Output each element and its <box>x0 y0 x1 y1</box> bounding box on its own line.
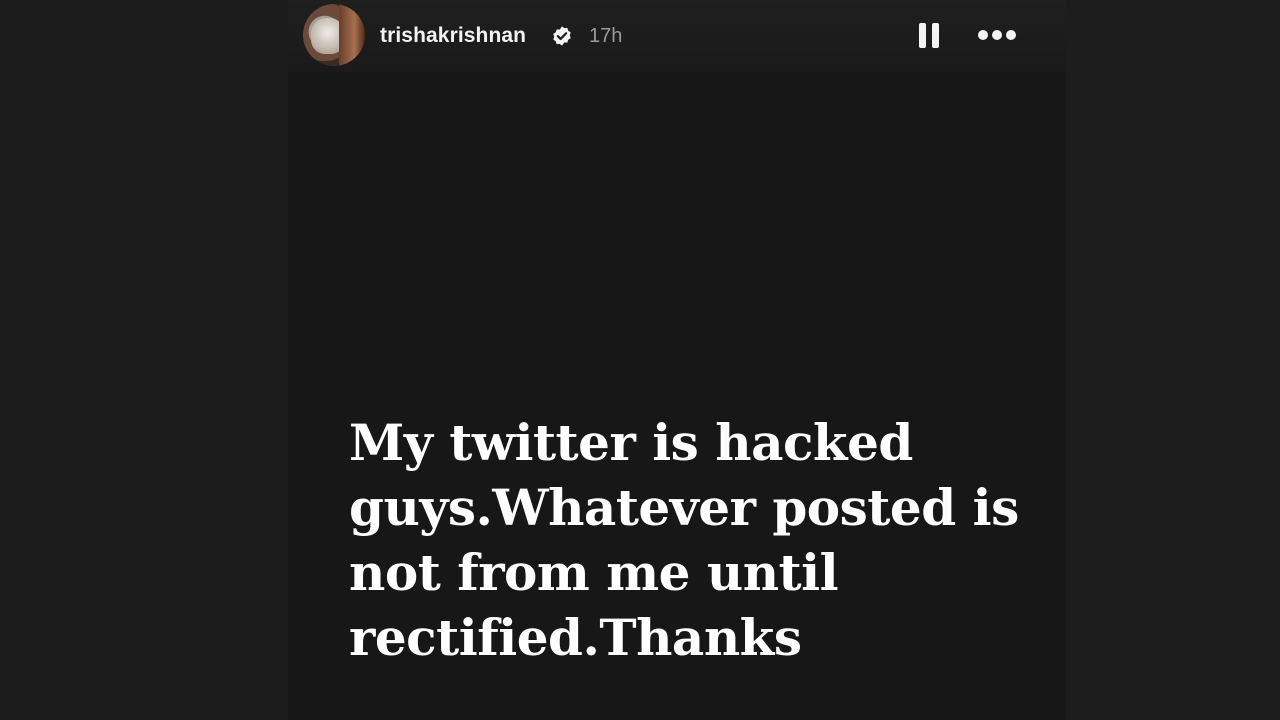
story-viewer: trishakrishnan 17h My twitter is hacked … <box>0 0 1280 720</box>
story-text: My twitter is hacked guys.Whatever poste… <box>349 413 1019 667</box>
pause-button[interactable] <box>914 20 944 50</box>
pause-icon <box>919 23 926 48</box>
verified-badge-icon <box>553 26 571 46</box>
backdrop-right <box>1066 0 1280 720</box>
more-options-dot <box>1006 30 1016 40</box>
post-timestamp: 17h <box>589 25 623 47</box>
backdrop-left <box>0 0 288 720</box>
username-link[interactable]: trishakrishnan <box>380 24 526 48</box>
pause-icon-bar <box>932 23 939 48</box>
more-options-icon <box>978 30 988 40</box>
more-options-dot <box>992 30 1002 40</box>
profile-avatar[interactable] <box>303 4 365 66</box>
story-frame[interactable]: trishakrishnan 17h My twitter is hacked … <box>288 0 1066 720</box>
more-options-button[interactable] <box>974 20 1020 50</box>
story-header: trishakrishnan 17h <box>288 0 1066 72</box>
avatar-hair <box>339 4 365 66</box>
